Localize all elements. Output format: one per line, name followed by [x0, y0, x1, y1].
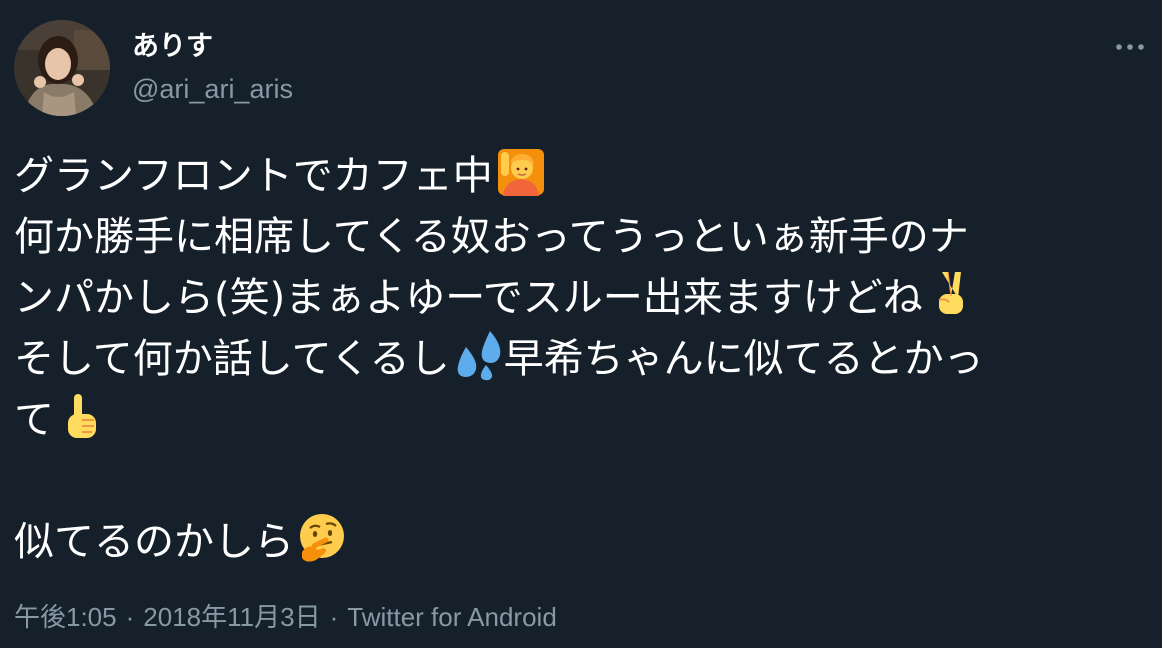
thinking-face-emoji [296, 512, 348, 564]
tweet-metadata: 午後1:05 · 2018年11月3日 · Twitter for Android [14, 599, 557, 635]
pointing-up-emoji [56, 390, 108, 442]
tweet-line: 何か勝手に相席してくる奴おってうっといぁ新手のナ [14, 214, 969, 260]
meta-separator: · [329, 602, 339, 632]
tweet-line: ンパかしら(笑)まぁよゆーでスルー出来ますけどね [14, 268, 1144, 329]
user-handle[interactable]: @ari_ari_aris [132, 72, 293, 106]
display-name[interactable]: ありす [132, 30, 213, 64]
tweet-line: 似てるのかしら [14, 512, 1144, 573]
sweat-droplets-emoji [452, 329, 504, 381]
person-raising-hand-emoji [495, 146, 547, 198]
more-options-icon[interactable] [1110, 32, 1150, 62]
tweet-line: グランフロントでカフェ中 [14, 146, 1144, 207]
tweet-line: て [14, 390, 1144, 451]
victory-hand-emoji [925, 268, 977, 320]
avatar[interactable] [14, 20, 110, 116]
tweet-source-link[interactable]: Twitter for Android [347, 602, 557, 632]
tweet-timestamp[interactable]: 午後1:05 · 2018年11月3日 [14, 602, 321, 632]
tweet-line: そして何か話してくるし 早希ちゃんに似てるとかっ [14, 329, 1144, 390]
tweet-text: グランフロントでカフェ中 何か勝手に相席してくる奴おってうっといぁ新手のナ ンパ… [14, 146, 1144, 573]
tweet-card: ありす @ari_ari_aris グランフロントでカフェ中 何か勝手に相席して… [0, 0, 1162, 648]
